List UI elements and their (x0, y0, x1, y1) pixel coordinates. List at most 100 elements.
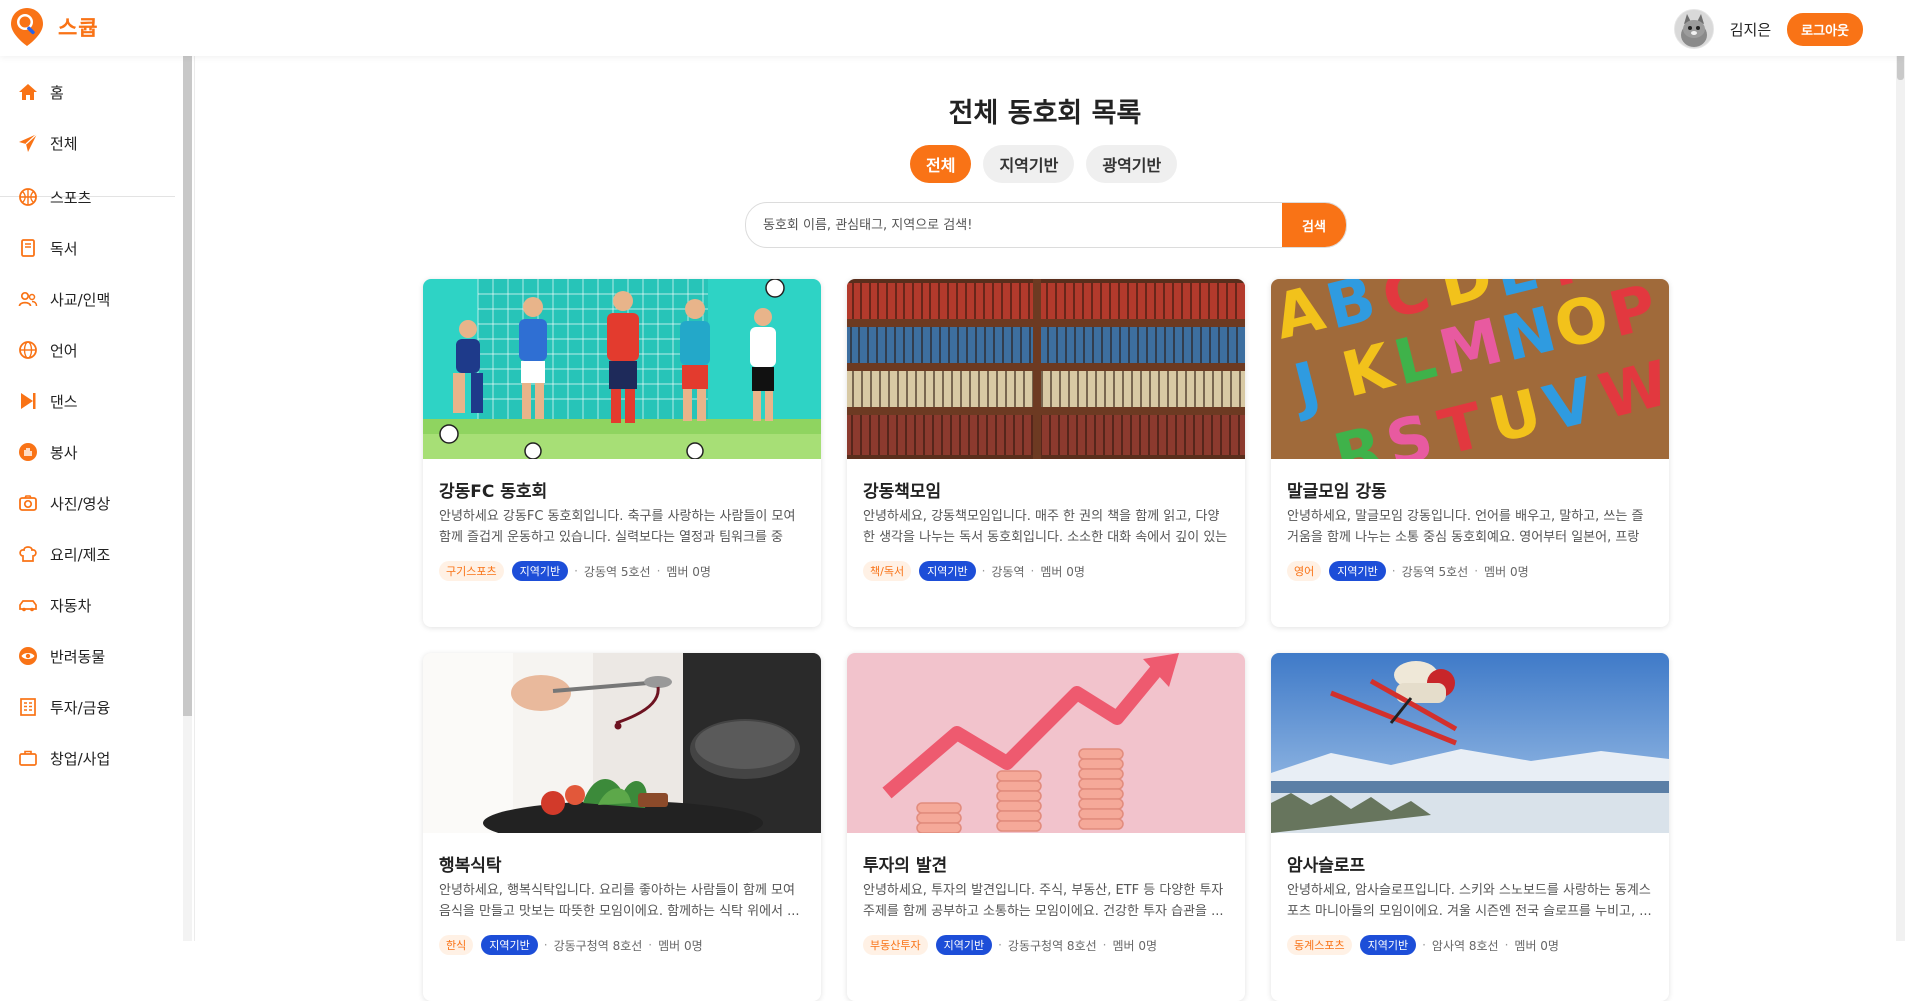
club-name: 투자의 발견 (863, 856, 948, 876)
sidebar-item-photo[interactable]: 사진/영상 (18, 488, 110, 518)
club-location: 암사역 8호선 (1431, 938, 1499, 953)
sidebar-item-language[interactable]: 언어 (18, 335, 78, 365)
club-meta: 동계스포츠 지역기반 · 암사역 8호선 · 멤버 0명 (1287, 935, 1559, 955)
sidebar-item-car[interactable]: 자동차 (18, 590, 91, 620)
club-name: 말글모임 강동 (1287, 482, 1387, 502)
club-description: 안녕하세요, 암사슬로프입니다. 스키와 스노보드를 사랑하는 동계스포츠 마니… (1287, 883, 1652, 919)
sidebar-item-label: 전체 (50, 134, 78, 153)
hand-icon (19, 443, 37, 461)
logout-button[interactable]: 로그아웃 (1787, 12, 1863, 46)
sidebar-item-dance[interactable]: 댄스 (18, 386, 78, 416)
club-image-soccer (423, 279, 821, 459)
club-name: 암사슬로프 (1287, 856, 1366, 876)
avatar[interactable] (1673, 9, 1714, 49)
club-meta: 부동산투자 지역기반 · 강동구청역 8호선 · 멤버 0명 (863, 935, 1157, 955)
meta-separator: · (574, 564, 578, 578)
type-badge: 지역기반 (1359, 935, 1417, 955)
sidebar-item-label: 스포츠 (50, 188, 92, 207)
type-badge: 지역기반 (511, 561, 569, 581)
club-name: 강동책모임 (863, 482, 942, 502)
club-meta: 책/독서 지역기반 · 강동역 · 멤버 0명 (863, 561, 1085, 581)
category-tag: 구기스포츠 (439, 561, 504, 581)
club-card[interactable]: A B C D E F J K L M N O P R S T U (1271, 279, 1669, 627)
sidebar-item-finance[interactable]: 투자/금융 (18, 692, 110, 722)
chef-plating-image (423, 653, 821, 833)
filter-tabs: 전체 지역기반 광역기반 (910, 145, 1189, 183)
sidebar-item-label: 요리/제조 (50, 545, 111, 564)
club-members: 멤버 0명 (1112, 938, 1158, 953)
user-area: 김지은 로그아웃 (1673, 9, 1863, 49)
sidebar-item-all[interactable]: 전체 (18, 128, 78, 158)
club-description: 안녕하세요, 강동책모임입니다. 매주 한 권의 책을 함께 읽고, 다양한 생… (863, 509, 1228, 545)
club-description: 안녕하세요, 투자의 발견입니다. 주식, 부동산, ETF 등 다양한 투자 … (863, 883, 1224, 919)
page-title: 전체 동호회 목록 (948, 98, 1142, 129)
club-card[interactable]: 강동책모임 안녕하세요, 강동책모임입니다. 매주 한 권의 책을 함께 읽고,… (847, 279, 1245, 627)
meta-separator: · (1504, 938, 1509, 952)
club-image-investing (847, 653, 1245, 833)
club-image-ski (1271, 653, 1669, 833)
club-image-cooking (423, 653, 821, 833)
sidebar-scrollbar[interactable] (183, 56, 192, 941)
club-description: 안녕하세요, 말글모임 강동입니다. 언어를 배우고, 말하고, 쓰는 즐거움을… (1287, 509, 1644, 545)
sidebar-item-label: 봉사 (50, 443, 78, 462)
club-location: 강동역 (991, 564, 1025, 579)
search-button[interactable]: 검색 (1282, 203, 1346, 247)
meta-separator: · (981, 564, 986, 578)
type-badge: 지역기반 (935, 935, 993, 955)
club-meta: 구기스포츠 지역기반 · 강동역 5호선 · 멤버 0명 (439, 561, 711, 581)
club-card[interactable]: 강동FC 동호회 안녕하세요 강동FC 동호회입니다. 축구를 사랑하는 사람들… (423, 279, 821, 627)
club-card[interactable]: 행복식탁 안녕하세요, 행복식탁입니다. 요리를 좋아하는 사람들이 함께 모여… (423, 653, 821, 1001)
sidebar-item-label: 댄스 (50, 392, 78, 411)
tab-all[interactable]: 전체 (910, 145, 972, 183)
meta-separator: · (543, 938, 548, 952)
app-logo[interactable]: 스큡 (10, 7, 99, 47)
sidebar-item-label: 사교/인맥 (50, 290, 111, 309)
category-tag: 영어 (1287, 561, 1322, 581)
send-icon (19, 133, 38, 152)
cat-avatar-icon (1674, 10, 1713, 48)
home-icon (19, 84, 37, 100)
club-description: 안녕하세요 강동FC 동호회입니다. 축구를 사랑하는 사람들이 모여 함께 즐… (439, 509, 796, 545)
sidebar-item-volunteer[interactable]: 봉사 (18, 437, 78, 467)
category-tag: 한식 (439, 935, 474, 955)
club-meta: 한식 지역기반 · 강동구청역 8호선 · 멤버 0명 (439, 935, 703, 955)
book-icon (21, 239, 35, 257)
club-members: 멤버 0명 (658, 938, 703, 953)
camera-icon (19, 495, 37, 511)
club-description: 안녕하세요, 행복식탁입니다. 요리를 좋아하는 사람들이 함께 모여 음식을 … (439, 883, 800, 919)
search-input[interactable] (746, 203, 1263, 247)
club-card[interactable]: 암사슬로프 안녕하세요, 암사슬로프입니다. 스키와 스노보드를 사랑하는 동계… (1271, 653, 1669, 1001)
tab-local[interactable]: 지역기반 (983, 145, 1075, 183)
sidebar-item-cooking[interactable]: 요리/제조 (18, 539, 110, 569)
sidebar-item-business[interactable]: 창업/사업 (18, 743, 110, 773)
main-content: 전체 동호회 목록 전체 지역기반 광역기반 검색 (195, 56, 1895, 1001)
skier-jump-image (1271, 653, 1669, 833)
sidebar-scrollbar-thumb[interactable] (183, 56, 192, 716)
meta-separator: · (1422, 938, 1426, 952)
sidebar-item-label: 언어 (50, 341, 78, 360)
bookshelf-image (847, 279, 1245, 459)
tab-regional[interactable]: 광역기반 (1086, 145, 1178, 183)
club-location: 강동구청역 8호선 (553, 938, 643, 953)
ball-icon (19, 188, 37, 206)
sidebar-item-sports[interactable]: 스포츠 (18, 182, 91, 212)
sidebar-item-reading[interactable]: 독서 (18, 233, 78, 263)
eye-icon (19, 647, 37, 665)
category-tag: 동계스포츠 (1287, 935, 1352, 955)
sidebar-item-social[interactable]: 사교/인맥 (18, 284, 110, 314)
club-location: 강동역 5호선 (583, 564, 651, 579)
meta-separator: · (1030, 564, 1035, 578)
meta-separator: · (656, 564, 661, 578)
club-card[interactable]: 투자의 발견 안녕하세요, 투자의 발견입니다. 주식, 부동산, ETF 등 … (847, 653, 1245, 1001)
search-box: 검색 (745, 202, 1347, 248)
building-icon (20, 698, 36, 716)
top-bar: 스큡 김지은 로그아웃 (0, 0, 1905, 56)
sidebar: 홈 전체 스포츠 독서 사교/인맥 언어 댄스 봉사 사진/영상 요리/제조 자… (0, 56, 195, 941)
page-scrollbar[interactable] (1896, 0, 1905, 941)
meta-separator: · (648, 938, 653, 952)
club-members: 멤버 0명 (666, 564, 711, 579)
sidebar-item-home[interactable]: 홈 (18, 77, 64, 107)
category-tag: 책/독서 (863, 561, 912, 581)
sidebar-item-pets[interactable]: 반려동물 (18, 641, 105, 671)
globe-icon (19, 341, 37, 359)
